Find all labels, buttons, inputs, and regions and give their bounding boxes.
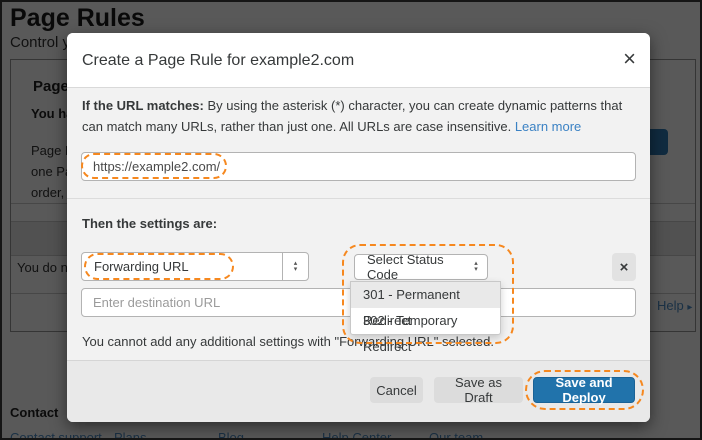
modal-header: Create a Page Rule for example2.com × (67, 33, 650, 88)
stepper-arrows-icon: ▴ ▾ (465, 260, 487, 273)
description-bold-lead: If the URL matches: (82, 98, 204, 113)
status-code-value: Select Status Code (367, 252, 444, 282)
save-and-deploy-button[interactable]: Save and Deploy (533, 375, 635, 405)
forwarding-url-note: You cannot add any additional settings w… (82, 334, 494, 349)
modal-footer: Cancel Save as Draft Save and Deploy (67, 360, 650, 422)
setting-type-select[interactable]: Forwarding URL ▴ ▾ (81, 252, 309, 281)
menu-item-302[interactable]: 302 - Temporary Redirect (351, 308, 500, 354)
cancel-button[interactable]: Cancel (370, 377, 423, 403)
arrow-down-icon: ▾ (474, 266, 478, 273)
close-icon[interactable]: × (623, 46, 636, 72)
url-pattern-input[interactable] (81, 152, 636, 181)
status-code-menu: 301 - Permanent Redirect 302 - Temporary… (350, 281, 501, 354)
screenshot-root: Page Rules Control y Page You ha Page R … (0, 0, 702, 440)
status-code-select[interactable]: Select Status Code ▴ ▾ (354, 252, 488, 282)
stepper-arrows-icon: ▴ ▾ (282, 253, 308, 280)
settings-heading: Then the settings are: (82, 216, 218, 231)
save-as-draft-button[interactable]: Save as Draft (434, 375, 523, 405)
setting-type-value: Forwarding URL (94, 259, 189, 274)
remove-setting-button[interactable]: × (612, 253, 636, 281)
section-divider (67, 198, 650, 199)
close-icon: × (619, 258, 629, 276)
arrow-down-icon: ▾ (293, 265, 298, 273)
create-page-rule-modal: Create a Page Rule for example2.com × If… (67, 33, 650, 422)
menu-item-301[interactable]: 301 - Permanent Redirect (351, 282, 500, 328)
modal-title: Create a Page Rule for example2.com (82, 52, 355, 69)
url-match-description: If the URL matches: By using the asteris… (82, 95, 640, 137)
learn-more-link[interactable]: Learn more (515, 119, 581, 134)
